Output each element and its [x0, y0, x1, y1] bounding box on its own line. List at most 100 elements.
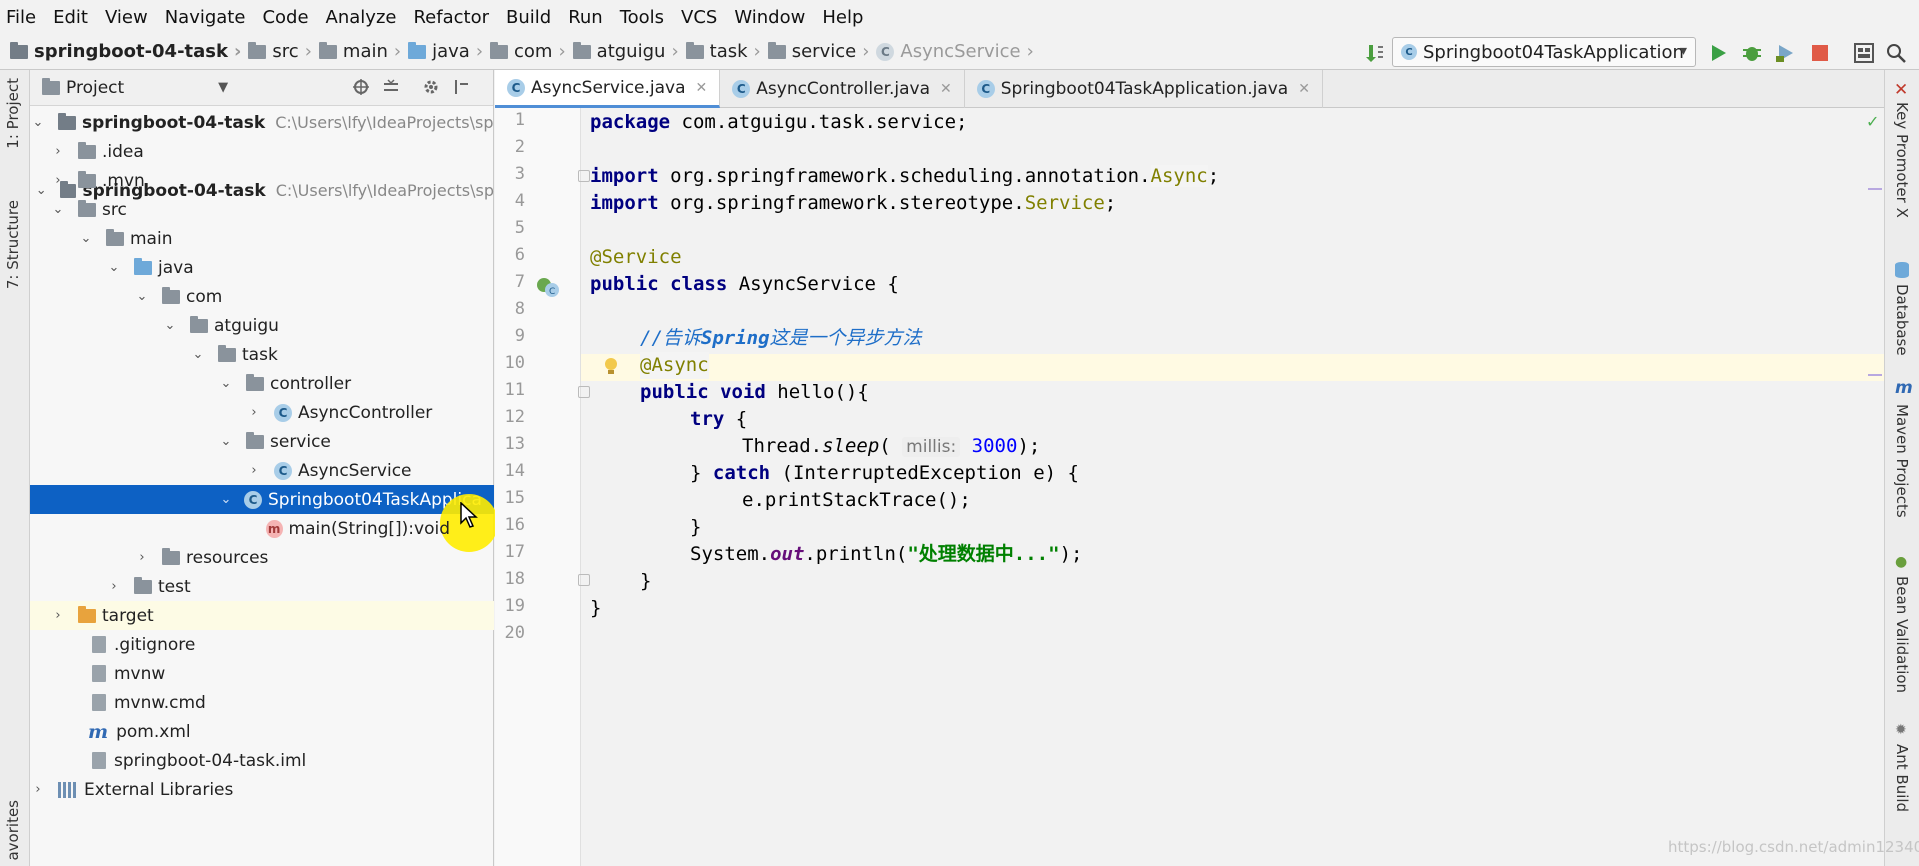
project-panel-title[interactable]: Project [66, 78, 124, 98]
chevron-right-icon[interactable]: › [50, 144, 66, 159]
breadcrumb-java[interactable]: java › [408, 41, 490, 62]
menu-refactor[interactable]: Refactor [413, 7, 489, 28]
chevron-right-icon[interactable]: › [50, 173, 66, 188]
breadcrumb-asyncservice[interactable]: C AsyncService › [876, 41, 1040, 62]
close-icon[interactable]: ✕ [940, 81, 952, 97]
tree-node-test[interactable]: › test [30, 572, 494, 601]
menu-tools[interactable]: Tools [620, 7, 664, 28]
menu-file[interactable]: File [6, 7, 36, 28]
chevron-down-icon[interactable]: ⌄ [218, 492, 234, 507]
collapse-all-icon[interactable] [382, 78, 400, 101]
tree-node-mvnw-cmd[interactable]: mvnw.cmd [30, 688, 494, 717]
tree-node-controller[interactable]: ⌄ controller [30, 369, 494, 398]
tab-favorites-toolwindow[interactable]: avorites [4, 800, 22, 861]
chevron-down-icon[interactable]: ⌄ [218, 376, 234, 391]
close-icon[interactable]: ✕ [696, 80, 708, 96]
tree-node-mvn[interactable]: › .mvn [30, 166, 494, 195]
chevron-right-icon[interactable]: › [246, 463, 262, 478]
code-editor[interactable]: package com.atguigu.task.service; import… [582, 108, 1884, 866]
chevron-right-icon[interactable]: › [30, 782, 46, 797]
tree-node-resources[interactable]: › resources [30, 543, 494, 572]
menu-vcs[interactable]: VCS [681, 7, 717, 28]
tree-node-external-libraries[interactable]: › External Libraries [30, 775, 494, 804]
chevron-down-icon[interactable]: ⌄ [190, 347, 206, 362]
stop-icon[interactable] [1809, 42, 1831, 64]
breadcrumb-atguigu[interactable]: atguigu › [572, 41, 686, 62]
chevron-down-icon[interactable]: ⌄ [30, 115, 46, 130]
breadcrumb-task[interactable]: task › [685, 41, 768, 62]
breadcrumb-project[interactable]: springboot-04-task › [10, 41, 248, 62]
locate-icon[interactable] [352, 78, 370, 101]
tab-asyncservice[interactable]: C AsyncService.java ✕ [495, 70, 721, 108]
tab-project-toolwindow[interactable]: 1: Project [4, 78, 22, 149]
tree-node-project-root[interactable]: ⌄ springboot-04-task C:\Users\lfy\IdeaPr… [30, 108, 494, 137]
tree-node-gitignore[interactable]: .gitignore [30, 630, 494, 659]
hide-panel-icon[interactable] [452, 78, 470, 101]
tree-node-mvnw[interactable]: mvnw [30, 659, 494, 688]
breadcrumb-src[interactable]: src › [248, 41, 318, 62]
chevron-right-icon[interactable]: › [134, 550, 150, 565]
tree-node-task[interactable]: ⌄ task [30, 340, 494, 369]
tree-node-pom-xml[interactable]: m pom.xml [30, 717, 494, 746]
menu-help[interactable]: Help [822, 7, 863, 28]
scrollbar-marker[interactable] [1868, 374, 1882, 376]
chevron-right-icon[interactable]: › [106, 579, 122, 594]
scrollbar-marker[interactable] [1868, 188, 1882, 190]
menu-analyze[interactable]: Analyze [326, 7, 397, 28]
tab-key-promoter[interactable]: Key Promoter X [1893, 102, 1911, 218]
chevron-right-icon[interactable]: › [246, 405, 262, 420]
coverage-icon[interactable] [1774, 42, 1796, 64]
spring-bean-gutter-icon[interactable]: C [535, 276, 561, 303]
chevron-down-icon[interactable]: ⌄ [218, 434, 234, 449]
chevron-down-icon[interactable]: ⌄ [78, 231, 94, 246]
menu-edit[interactable]: Edit [53, 7, 88, 28]
breadcrumb-main[interactable]: main › [318, 41, 408, 62]
tab-bean-validation[interactable]: Bean Validation [1893, 576, 1911, 693]
build-icon[interactable] [1364, 42, 1386, 64]
chevron-down-icon[interactable]: ▼ [218, 80, 228, 95]
tab-structure-toolwindow[interactable]: 7: Structure [4, 200, 22, 289]
chevron-down-icon[interactable]: ⌄ [50, 202, 66, 217]
breadcrumb-service[interactable]: service › [767, 41, 877, 62]
run-configuration-select[interactable]: C Springboot04TaskApplication ▾ [1392, 37, 1696, 67]
tree-node-main-method[interactable]: m main(String[]):void [30, 514, 450, 543]
run-icon[interactable] [1707, 42, 1729, 64]
tree-node-idea[interactable]: › .idea [30, 137, 494, 166]
tree-node-com[interactable]: ⌄ com [30, 282, 494, 311]
tab-maven-projects[interactable]: Maven Projects [1893, 404, 1911, 518]
chevron-right-icon[interactable]: › [50, 608, 66, 623]
gear-icon[interactable] [422, 78, 440, 101]
tree-node-asynccontroller[interactable]: › C AsyncController [30, 398, 494, 427]
tree-node-asyncservice[interactable]: › C AsyncService [30, 456, 494, 485]
tab-springboot04taskapplication[interactable]: C Springboot04TaskApplication.java ✕ [965, 70, 1323, 108]
tree-node-service[interactable]: ⌄ service [30, 427, 494, 456]
breadcrumb-com[interactable]: com › [490, 41, 573, 62]
project-structure-icon[interactable] [1853, 42, 1875, 64]
tree-node-springboot04taskapplication[interactable]: ⌄ C Springboot04TaskApplica [30, 485, 494, 514]
inspection-ok-icon[interactable]: ✓ [1866, 112, 1879, 131]
chevron-down-icon[interactable]: ⌄ [134, 289, 150, 304]
tree-node-src[interactable]: ⌄ src [30, 195, 494, 224]
package-icon [218, 344, 236, 362]
code-line-7: public class AsyncService { [590, 271, 899, 298]
chevron-down-icon[interactable]: ⌄ [162, 318, 178, 333]
tree-node-iml[interactable]: springboot-04-task.iml [30, 746, 494, 775]
menu-code[interactable]: Code [262, 7, 308, 28]
tree-node-main[interactable]: ⌄ main [30, 224, 494, 253]
tab-database[interactable]: Database [1893, 284, 1911, 356]
tab-asynccontroller[interactable]: C AsyncController.java ✕ [720, 70, 965, 108]
close-icon[interactable]: ✕ [1298, 81, 1310, 97]
debug-icon[interactable] [1741, 42, 1763, 64]
menu-view[interactable]: View [105, 7, 148, 28]
menu-navigate[interactable]: Navigate [165, 7, 246, 28]
chevron-right-icon: › [393, 41, 402, 62]
tree-node-java[interactable]: ⌄ java [30, 253, 494, 282]
menu-build[interactable]: Build [506, 7, 551, 28]
tab-ant-build[interactable]: Ant Build [1893, 744, 1911, 812]
search-icon[interactable] [1885, 42, 1907, 64]
menu-window[interactable]: Window [734, 7, 805, 28]
tree-node-target[interactable]: › target [30, 601, 494, 630]
menu-run[interactable]: Run [568, 7, 603, 28]
chevron-down-icon[interactable]: ⌄ [106, 260, 122, 275]
tree-node-atguigu[interactable]: ⌄ atguigu [30, 311, 494, 340]
